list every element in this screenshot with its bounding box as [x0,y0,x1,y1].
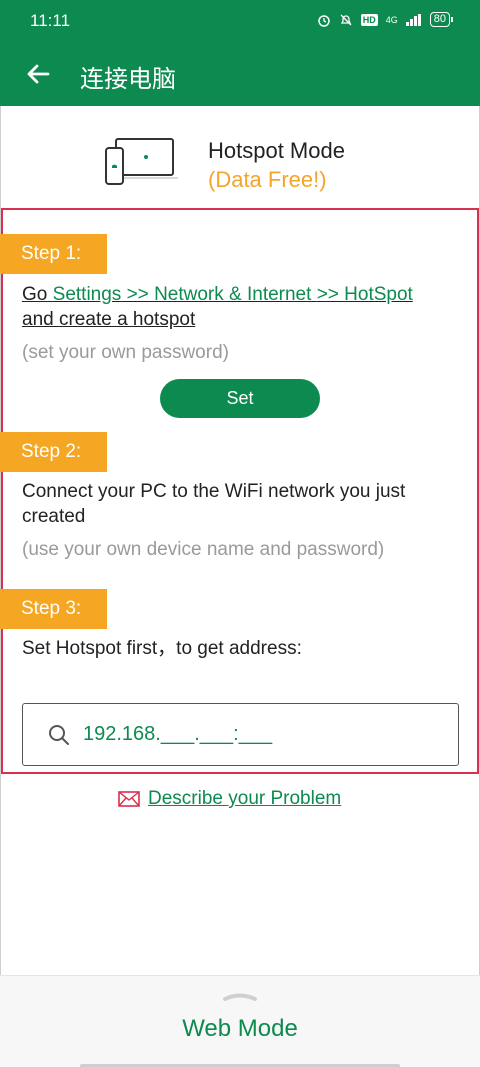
back-arrow-icon[interactable] [22,58,54,90]
step2-line1: Connect your PC to the WiFi network you … [22,481,406,502]
mute-bell-icon [340,14,352,25]
step1-separator-1: >> [126,284,149,305]
sheet-handle-icon[interactable] [222,990,258,1002]
step1-line2[interactable]: and create a hotspot [22,307,195,333]
web-mode-sheet[interactable]: Web Mode [0,975,480,1067]
battery-icon: 80 [429,12,454,27]
step1-badge: Step 1: [0,234,107,274]
step3-badge: Step 3: [0,589,107,629]
mail-icon [118,791,140,807]
step3-text: Set Hotspot first，to get address: [22,638,302,659]
step1-go: Go [22,284,48,305]
signal-icon [405,13,421,26]
page-title: 连接电脑 [80,65,176,93]
address-field[interactable]: 192.168.___.___:___ [22,703,459,766]
settings-link[interactable]: Settings [53,284,122,305]
address-value: 192.168.___.___:___ [83,723,273,745]
step2-hint: (use your own device name and password) [22,539,385,560]
hotspot-mode-title: Hotspot Mode [208,138,345,163]
describe-problem-label: Describe your Problem [148,788,342,809]
hd-icon: HD [360,13,378,26]
hotspot-link[interactable]: HotSpot [344,284,413,305]
step1-hint: (set your own password) [22,342,229,363]
network-type: 4G [385,14,398,25]
step2-line2: created [22,506,86,527]
step1-separator-2: >> [316,284,339,305]
web-mode-label[interactable]: Web Mode [0,1015,480,1043]
app-bar: 连接电脑 [0,42,480,106]
search-icon [49,725,69,745]
status-time: 11:11 [30,11,71,30]
step2-badge: Step 2: [0,432,107,472]
status-bar: 11:11 HD 4G 80 [0,0,480,42]
step1-instruction[interactable]: Go Settings >> Network & Internet >> Hot… [22,282,413,308]
hotspot-mode-subtitle: (Data Free!) [208,167,327,192]
network-internet-link[interactable]: Network & Internet [154,284,311,305]
alarm-icon [317,14,330,27]
laptop-phone-icon [105,138,178,185]
describe-problem-link[interactable]: Describe your Problem [118,788,341,810]
set-button[interactable]: Set [160,379,320,418]
status-icons: HD 4G 80 [317,12,454,27]
